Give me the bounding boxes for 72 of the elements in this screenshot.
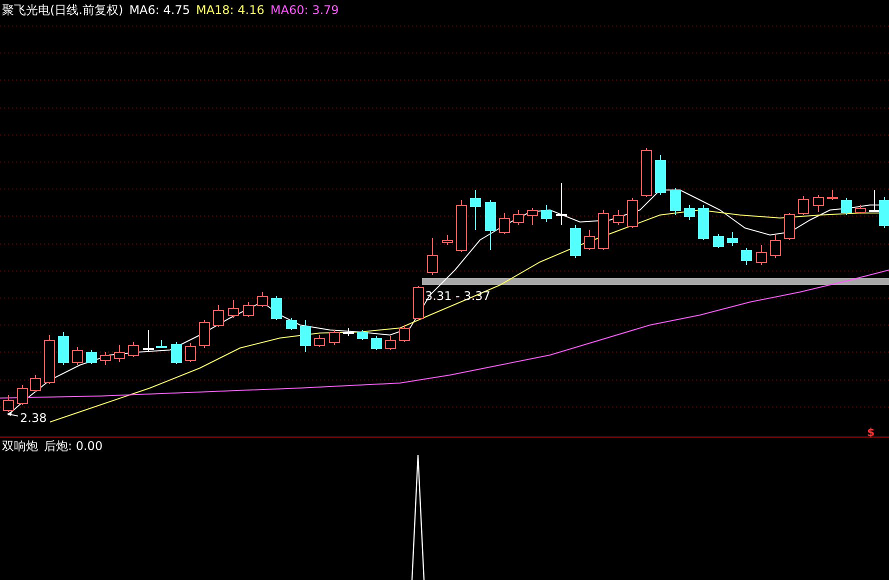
moving-average-legend: MA18: 4.16 (196, 3, 264, 17)
candlestick (385, 336, 396, 350)
candlestick (727, 232, 738, 246)
candlestick (44, 334, 55, 384)
candlestick (485, 200, 496, 250)
indicator-name: 双响炮 (2, 439, 38, 453)
candlestick (641, 148, 652, 198)
candlestick (741, 248, 752, 266)
low-price-label: 2.38 (20, 411, 47, 425)
candlestick (756, 244, 767, 266)
candlestick (357, 330, 368, 340)
candlestick (770, 234, 781, 258)
candlestick (199, 320, 210, 348)
candlestick (86, 350, 97, 364)
candlestick (784, 212, 795, 240)
candlestick (427, 238, 438, 276)
candlestick (314, 334, 325, 348)
candlestick (541, 204, 552, 222)
candlestick (855, 204, 866, 214)
candlestick (271, 296, 282, 320)
candlestick (171, 342, 182, 364)
candlestick (556, 182, 567, 226)
candlestick (257, 292, 268, 308)
candlestick (442, 234, 453, 246)
candlestick (598, 210, 609, 250)
indicator-reading: 后炮: 0.00 (44, 439, 103, 453)
candlestick (3, 394, 14, 412)
candlestick (371, 336, 382, 350)
candlestick (143, 330, 154, 352)
candlestick (869, 190, 880, 212)
candlestick (841, 198, 852, 216)
candlestick (72, 346, 83, 366)
candlestick (228, 300, 239, 318)
candlestick (128, 342, 139, 358)
candlestick (300, 320, 311, 352)
candlestick (413, 286, 424, 320)
candlestick (684, 204, 695, 220)
candlestick (156, 340, 167, 348)
signal-marker: $ (867, 426, 875, 439)
candlestick (655, 154, 666, 196)
candlestick (513, 210, 524, 226)
candlestick (499, 212, 510, 234)
candlestick (185, 342, 196, 362)
candlestick (286, 318, 297, 330)
candlestick (698, 204, 709, 240)
candlestick (343, 328, 354, 336)
candlestick (570, 224, 581, 258)
candlestick (17, 384, 28, 406)
chart-title: 聚飞光电(日线.前复权) (2, 3, 124, 17)
candlestick (527, 208, 538, 226)
candlestick (100, 352, 111, 366)
candlestick (813, 194, 824, 212)
candlestick (243, 302, 254, 318)
candlestick (30, 374, 41, 392)
candlestick (584, 230, 595, 250)
candlestick (613, 210, 624, 226)
candlestick (114, 344, 125, 362)
candlestick (798, 196, 809, 216)
candlestick (670, 188, 681, 216)
candlestick (456, 200, 467, 252)
candlestick (827, 190, 838, 200)
candlestick (879, 196, 889, 228)
pointer-arrow (7, 411, 18, 416)
candlestick (58, 332, 69, 366)
moving-average-legend: MA60: 3.79 (270, 3, 339, 17)
candlestick (627, 198, 638, 228)
candlestick (470, 190, 481, 230)
candlestick (329, 330, 340, 346)
candlestick (213, 304, 224, 328)
candlestick (399, 324, 410, 342)
moving-average-legend: MA6: 4.75 (129, 3, 190, 17)
candlestick (713, 234, 724, 248)
